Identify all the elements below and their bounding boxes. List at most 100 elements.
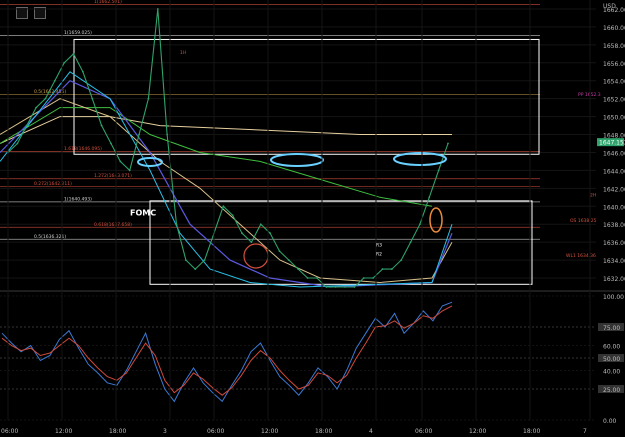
price-point: [390, 268, 393, 270]
osc-tick-label: 75.00: [603, 325, 620, 332]
annotation: 1H: [180, 50, 186, 56]
x-tick-label: 18:00: [523, 428, 540, 435]
annotation: 2H: [590, 192, 596, 198]
price-tick-label: 1650.000: [603, 115, 625, 122]
osc-tick-label: 40.00: [603, 368, 620, 375]
price-point: [156, 8, 159, 10]
price-tick-label: 1640.000: [603, 204, 625, 211]
x-tick-label: 4: [369, 428, 373, 435]
price-point: [231, 214, 234, 217]
price-panel: 0.5(1652.456)1.618(1646.095)1.272(1643.0…: [0, 0, 601, 288]
price-point: [194, 268, 197, 270]
price-point: [91, 97, 94, 100]
osc-tick-label: 100.00: [603, 294, 624, 301]
osc-series-slow: [1, 305, 453, 396]
price-point: [447, 142, 449, 145]
price-point: [250, 241, 253, 244]
price-point: [203, 259, 206, 261]
price-point: [362, 277, 365, 279]
osc-series-fast: [1, 301, 453, 403]
price-tick-label: 1658.000: [603, 43, 625, 50]
x-tick-label: 12:00: [469, 428, 486, 435]
annotation: R2: [376, 252, 382, 258]
price-point: [325, 286, 328, 288]
price-tick-label: 1646.000: [603, 150, 625, 157]
fib-label: 1.272(1643.071): [94, 173, 132, 179]
osc-tick-label: 0.00: [603, 418, 617, 425]
price-point: [16, 142, 19, 145]
price-point: [409, 241, 412, 244]
price-tick-label: 1660.000: [603, 25, 625, 32]
price-point: [53, 79, 56, 82]
x-tick-label: 06:00: [415, 428, 432, 435]
fib-label: 1.618(1646.095): [64, 146, 102, 152]
ma-tan-line: [0, 98, 453, 284]
price-point: [353, 286, 356, 288]
price-point: [287, 259, 290, 261]
price-point: [81, 70, 84, 73]
price-point: [437, 169, 440, 172]
fib-label: 0.272(1642.211): [34, 181, 72, 187]
price-point: [72, 52, 75, 55]
price-point: [25, 124, 28, 127]
x-tick-label: 12:00: [261, 428, 278, 435]
price-point: [297, 268, 300, 270]
price-tick-label: 1656.000: [603, 61, 625, 68]
price-point: [400, 259, 403, 261]
x-tick-label: 18:00: [315, 428, 332, 435]
ma-cyan-line: [0, 71, 453, 288]
price-point: [344, 286, 346, 288]
ma-green-line: [0, 107, 433, 207]
x-tick-label: 06:00: [1, 428, 18, 435]
current-price-label: 1647.153: [599, 140, 625, 147]
price-tick-label: 1638.000: [603, 222, 625, 229]
price-point: [334, 286, 337, 288]
price-point: [110, 142, 112, 145]
price-point: [241, 232, 243, 235]
price-point: [372, 277, 375, 279]
price-point: [175, 223, 178, 226]
currency-label: USD: [603, 3, 616, 10]
price-point: [44, 97, 47, 100]
highlight-ellipse: [270, 153, 324, 167]
x-tick-label: 06:00: [207, 428, 224, 435]
fib-label: 1(1662.501): [94, 0, 122, 5]
zone-box-upper: [73, 38, 540, 155]
price-point: [278, 250, 281, 253]
highlight-ellipse-orange: [429, 207, 443, 233]
x-tick-label: 12:00: [55, 428, 72, 435]
x-tick-label: 7: [583, 428, 587, 435]
price-point: [119, 160, 122, 163]
price-point: [147, 97, 150, 100]
fib-label: 0.618(1637.658): [94, 222, 132, 228]
price-point: [166, 133, 169, 136]
ma-slow-line: [0, 116, 452, 144]
osc-tick-label: 25.00: [603, 387, 620, 394]
annotation: WL1 1634.36: [566, 253, 596, 259]
price-point: [63, 61, 66, 64]
price-tick-label: 1634.000: [603, 258, 625, 265]
x-tick-label: 3: [163, 428, 167, 435]
annotation: R3: [376, 243, 382, 249]
osc-tick-label: 50.00: [603, 356, 620, 363]
price-point: [428, 196, 431, 199]
highlight-ellipse: [137, 157, 163, 167]
fomc-annotation: FOMC: [130, 208, 156, 217]
annotation: OS 1638.25: [570, 218, 597, 224]
oscillator-panel: [0, 295, 596, 421]
price-tick-label: 1642.000: [603, 186, 625, 193]
price-point: [381, 268, 384, 270]
price-point: [269, 232, 272, 235]
highlight-ellipse-red: [243, 243, 269, 269]
price-tick-label: 1632.000: [603, 276, 625, 283]
price-point: [138, 133, 140, 136]
osc-tick-label: 60.00: [603, 344, 620, 351]
fib-label: 1(1640.493): [64, 196, 92, 202]
price-point: [100, 124, 103, 127]
price-point: [316, 277, 318, 279]
price-point: [259, 223, 262, 226]
chart-canvas: 0.5(1652.456)1.618(1646.095)1.272(1643.0…: [0, 0, 625, 435]
price-point: [128, 169, 131, 172]
price-tick-label: 1654.000: [603, 79, 625, 86]
price-tick-label: 1644.000: [603, 168, 625, 175]
